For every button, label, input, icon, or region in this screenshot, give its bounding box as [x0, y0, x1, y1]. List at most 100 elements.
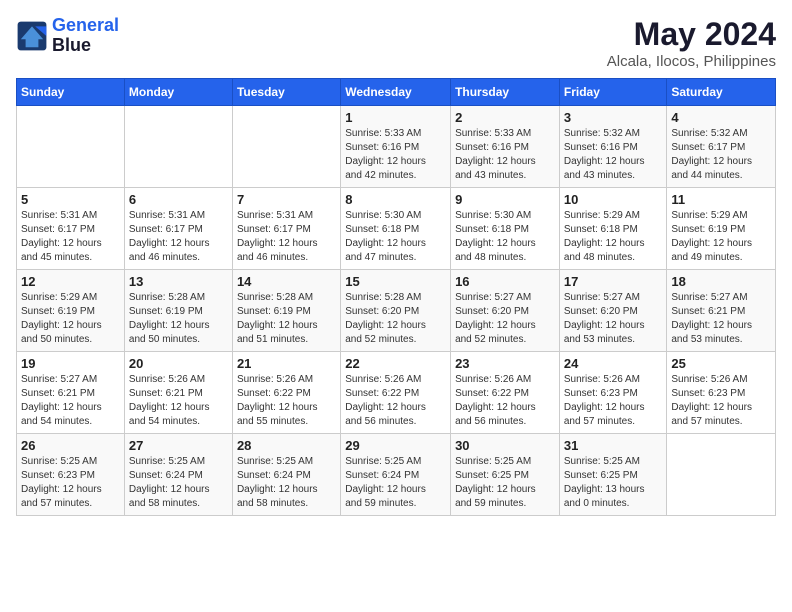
- logo-icon: [16, 20, 48, 52]
- cell-info: Sunrise: 5:27 AM Sunset: 6:20 PM Dayligh…: [455, 291, 555, 347]
- calendar-body: 1 Sunrise: 5:33 AM Sunset: 6:16 PM Daylig…: [17, 106, 776, 516]
- day-number: 5: [21, 192, 120, 207]
- cell-info: Sunrise: 5:33 AM Sunset: 6:16 PM Dayligh…: [345, 127, 446, 183]
- calendar-cell: 6 Sunrise: 5:31 AM Sunset: 6:17 PM Daylig…: [124, 188, 232, 270]
- day-number: 9: [455, 192, 555, 207]
- day-number: 1: [345, 110, 446, 125]
- calendar-cell: [124, 106, 232, 188]
- day-number: 30: [455, 438, 555, 453]
- day-header-saturday: Saturday: [667, 79, 776, 106]
- day-header-sunday: Sunday: [17, 79, 125, 106]
- calendar-week-row: 26Sunrise: 5:25 AM Sunset: 6:23 PM Dayli…: [17, 434, 776, 516]
- calendar-week-row: 19 Sunrise: 5:27 AM Sunset: 6:21 PM Dayli…: [17, 352, 776, 434]
- day-number: 4: [671, 110, 771, 125]
- calendar-cell: 15 Sunrise: 5:28 AM Sunset: 6:20 PM Dayli…: [341, 270, 451, 352]
- day-number: 12: [21, 274, 120, 289]
- day-number: 24: [564, 356, 663, 371]
- cell-info: Sunrise: 5:32 AM Sunset: 6:17 PM Dayligh…: [671, 127, 771, 183]
- day-number: 10: [564, 192, 663, 207]
- day-number: 23: [455, 356, 555, 371]
- day-number: 21: [237, 356, 336, 371]
- day-number: 8: [345, 192, 446, 207]
- day-header-wednesday: Wednesday: [341, 79, 451, 106]
- calendar-cell: 24Sunrise: 5:26 AM Sunset: 6:23 PM Dayli…: [559, 352, 667, 434]
- calendar-cell: 18 Sunrise: 5:27 AM Sunset: 6:21 PM Dayli…: [667, 270, 776, 352]
- day-header-monday: Monday: [124, 79, 232, 106]
- day-header-tuesday: Tuesday: [232, 79, 340, 106]
- cell-info: Sunrise: 5:31 AM Sunset: 6:17 PM Dayligh…: [21, 209, 120, 265]
- calendar-cell: 19 Sunrise: 5:27 AM Sunset: 6:21 PM Dayli…: [17, 352, 125, 434]
- day-number: 28: [237, 438, 336, 453]
- cell-info: Sunrise: 5:29 AM Sunset: 6:19 PM Dayligh…: [21, 291, 120, 347]
- cell-info: Sunrise: 5:25 AM Sunset: 6:24 PM Dayligh…: [237, 455, 336, 511]
- calendar-week-row: 1 Sunrise: 5:33 AM Sunset: 6:16 PM Daylig…: [17, 106, 776, 188]
- calendar-cell: 2Sunrise: 5:33 AM Sunset: 6:16 PM Daylig…: [451, 106, 560, 188]
- title-area: May 2024 Alcala, Ilocos, Philippines: [607, 16, 776, 70]
- cell-info: Sunrise: 5:31 AM Sunset: 6:17 PM Dayligh…: [237, 209, 336, 265]
- location-title: Alcala, Ilocos, Philippines: [607, 53, 776, 70]
- cell-info: Sunrise: 5:27 AM Sunset: 6:20 PM Dayligh…: [564, 291, 663, 347]
- calendar-cell: 10 Sunrise: 5:29 AM Sunset: 6:18 PM Dayli…: [559, 188, 667, 270]
- cell-info: Sunrise: 5:30 AM Sunset: 6:18 PM Dayligh…: [345, 209, 446, 265]
- day-number: 18: [671, 274, 771, 289]
- day-number: 22: [345, 356, 446, 371]
- cell-info: Sunrise: 5:27 AM Sunset: 6:21 PM Dayligh…: [21, 373, 120, 429]
- cell-info: Sunrise: 5:31 AM Sunset: 6:17 PM Dayligh…: [129, 209, 228, 265]
- logo-text: General Blue: [52, 16, 119, 56]
- cell-info: Sunrise: 5:25 AM Sunset: 6:25 PM Dayligh…: [564, 455, 663, 511]
- page-header: General Blue May 2024 Alcala, Ilocos, Ph…: [16, 16, 776, 70]
- cell-info: Sunrise: 5:27 AM Sunset: 6:21 PM Dayligh…: [671, 291, 771, 347]
- calendar-header-row: SundayMondayTuesdayWednesdayThursdayFrid…: [17, 79, 776, 106]
- calendar-cell: 17 Sunrise: 5:27 AM Sunset: 6:20 PM Dayli…: [559, 270, 667, 352]
- cell-info: Sunrise: 5:25 AM Sunset: 6:25 PM Dayligh…: [455, 455, 555, 511]
- calendar-cell: 27Sunrise: 5:25 AM Sunset: 6:24 PM Dayli…: [124, 434, 232, 516]
- cell-info: Sunrise: 5:25 AM Sunset: 6:24 PM Dayligh…: [345, 455, 446, 511]
- calendar-cell: 29 Sunrise: 5:25 AM Sunset: 6:24 PM Dayli…: [341, 434, 451, 516]
- cell-info: Sunrise: 5:26 AM Sunset: 6:21 PM Dayligh…: [129, 373, 228, 429]
- calendar-cell: 9 Sunrise: 5:30 AM Sunset: 6:18 PM Daylig…: [451, 188, 560, 270]
- calendar-cell: 5 Sunrise: 5:31 AM Sunset: 6:17 PM Daylig…: [17, 188, 125, 270]
- cell-info: Sunrise: 5:26 AM Sunset: 6:22 PM Dayligh…: [455, 373, 555, 429]
- calendar-cell: 25 Sunrise: 5:26 AM Sunset: 6:23 PM Dayli…: [667, 352, 776, 434]
- cell-info: Sunrise: 5:29 AM Sunset: 6:18 PM Dayligh…: [564, 209, 663, 265]
- day-number: 25: [671, 356, 771, 371]
- cell-info: Sunrise: 5:32 AM Sunset: 6:16 PM Dayligh…: [564, 127, 663, 183]
- day-number: 20: [129, 356, 228, 371]
- cell-info: Sunrise: 5:28 AM Sunset: 6:19 PM Dayligh…: [129, 291, 228, 347]
- day-number: 6: [129, 192, 228, 207]
- cell-info: Sunrise: 5:25 AM Sunset: 6:24 PM Dayligh…: [129, 455, 228, 511]
- calendar-cell: 31 Sunrise: 5:25 AM Sunset: 6:25 PM Dayli…: [559, 434, 667, 516]
- day-number: 11: [671, 192, 771, 207]
- day-number: 26: [21, 438, 120, 453]
- month-title: May 2024: [607, 16, 776, 53]
- day-number: 17: [564, 274, 663, 289]
- cell-info: Sunrise: 5:28 AM Sunset: 6:20 PM Dayligh…: [345, 291, 446, 347]
- calendar-cell: 7Sunrise: 5:31 AM Sunset: 6:17 PM Daylig…: [232, 188, 340, 270]
- day-header-friday: Friday: [559, 79, 667, 106]
- calendar-cell: 28 Sunrise: 5:25 AM Sunset: 6:24 PM Dayli…: [232, 434, 340, 516]
- day-number: 19: [21, 356, 120, 371]
- cell-info: Sunrise: 5:26 AM Sunset: 6:23 PM Dayligh…: [671, 373, 771, 429]
- cell-info: Sunrise: 5:26 AM Sunset: 6:22 PM Dayligh…: [345, 373, 446, 429]
- calendar-cell: 11Sunrise: 5:29 AM Sunset: 6:19 PM Dayli…: [667, 188, 776, 270]
- cell-info: Sunrise: 5:26 AM Sunset: 6:22 PM Dayligh…: [237, 373, 336, 429]
- day-number: 3: [564, 110, 663, 125]
- calendar-cell: 30 Sunrise: 5:25 AM Sunset: 6:25 PM Dayli…: [451, 434, 560, 516]
- cell-info: Sunrise: 5:30 AM Sunset: 6:18 PM Dayligh…: [455, 209, 555, 265]
- calendar-week-row: 12 Sunrise: 5:29 AM Sunset: 6:19 PM Dayli…: [17, 270, 776, 352]
- day-number: 15: [345, 274, 446, 289]
- day-number: 14: [237, 274, 336, 289]
- day-header-thursday: Thursday: [451, 79, 560, 106]
- calendar-cell: 8 Sunrise: 5:30 AM Sunset: 6:18 PM Daylig…: [341, 188, 451, 270]
- day-number: 29: [345, 438, 446, 453]
- cell-info: Sunrise: 5:28 AM Sunset: 6:19 PM Dayligh…: [237, 291, 336, 347]
- cell-info: Sunrise: 5:33 AM Sunset: 6:16 PM Dayligh…: [455, 127, 555, 183]
- calendar-cell: [667, 434, 776, 516]
- calendar-cell: 22 Sunrise: 5:26 AM Sunset: 6:22 PM Dayli…: [341, 352, 451, 434]
- day-number: 16: [455, 274, 555, 289]
- calendar-cell: 12 Sunrise: 5:29 AM Sunset: 6:19 PM Dayli…: [17, 270, 125, 352]
- calendar-week-row: 5 Sunrise: 5:31 AM Sunset: 6:17 PM Daylig…: [17, 188, 776, 270]
- calendar-cell: 14 Sunrise: 5:28 AM Sunset: 6:19 PM Dayli…: [232, 270, 340, 352]
- calendar-cell: 1 Sunrise: 5:33 AM Sunset: 6:16 PM Daylig…: [341, 106, 451, 188]
- day-number: 31: [564, 438, 663, 453]
